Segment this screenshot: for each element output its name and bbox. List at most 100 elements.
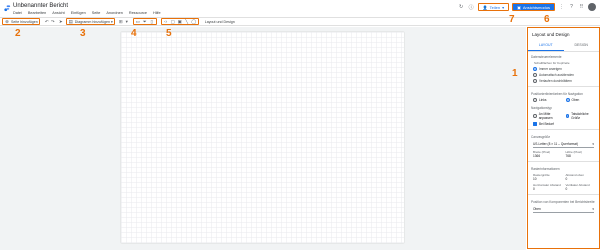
menu-insert[interactable]: Einfügen [71,11,86,15]
menu-page[interactable]: Seite [92,11,101,15]
add-chart-button[interactable]: ▤ Diagramm hinzufügen ▾ [65,18,115,25]
divider [528,129,599,130]
position-select[interactable]: Oben ▾ [533,206,594,213]
control-icon[interactable]: ▭ [135,19,141,25]
person-add-icon: 👤 [482,4,488,10]
chevron-down-icon[interactable]: ▾ [124,19,130,25]
horizontal-spacing-field[interactable]: Horizontaler Abstand 0 [533,183,562,191]
top-margin-field[interactable]: Abstand oben 0 [566,173,595,181]
text-icon[interactable]: ▣ [177,19,183,25]
checkbox-label: Bei Bedarf [539,122,554,126]
canvas-dimensions: Breite (Pixel) 1366 Höhe (Pixel) 768 [528,149,599,159]
menu-help[interactable]: Hilfe [153,11,161,15]
select-cursor-icon[interactable]: ➤ [58,19,64,25]
apps-icon[interactable]: ⠿ [578,4,585,11]
redo-icon[interactable]: ↷ [50,19,56,25]
view-mode-button[interactable]: ▣ Ansichtsmodus [512,3,555,11]
canvas-size-value: US-Letter (8 × 11 – Querformat) [533,142,579,146]
divider [528,194,599,195]
grid-size-value: 10 [533,177,537,181]
radio-scroll[interactable]: Verlaufen durchblättern [528,78,599,84]
grid-row-1: Rastergröße 10 Abstand oben 0 [528,172,599,182]
code-icon[interactable]: ‹› [163,19,169,24]
share-button[interactable]: 👤 Teilen ▾ [477,3,510,11]
layout-design-label[interactable]: Layout und Design [205,20,235,24]
looker-studio-logo-icon [4,5,11,12]
marker-6: 6 [544,14,550,25]
chevron-down-icon: ▾ [592,207,594,211]
radio-icon [533,73,537,77]
add-chart-label: Diagramm hinzufügen [74,19,110,24]
avatar[interactable] [588,3,596,11]
radio-icon [533,79,537,83]
marker-4: 4 [131,28,137,39]
vertical-spacing-label: Vertikaler Abstand [565,183,590,187]
marker-3: 3 [80,28,86,39]
vertical-spacing-field[interactable]: Vertikaler Abstand 0 [566,183,595,191]
tab-layout[interactable]: LAYOUT [528,40,564,51]
radio-icon [533,114,537,118]
more-vert-icon[interactable]: ⋮ [558,4,565,11]
marker-2: 2 [15,28,21,39]
report-title[interactable]: Unbenannter Bericht [13,3,68,9]
data-controls-heading: Datensteuerelemente [531,55,562,59]
grid-heading: Rasterinformationen [531,167,560,171]
width-value: 1366 [533,154,541,158]
radio-left[interactable]: Links [533,98,562,102]
chart-icon: ▤ [68,18,73,24]
line-icon[interactable]: ╲ [184,19,190,25]
marker-5: 5 [166,28,172,39]
menu-view[interactable]: Ansicht [52,11,64,15]
horizontal-spacing-value: 0 [533,187,535,191]
radio-label: Oben [571,98,580,102]
filter-icon[interactable]: ⏷ [142,19,148,24]
add-page-button[interactable]: ⊕ Seite hinzufügen [2,18,40,25]
divider [528,86,599,87]
radio-fit[interactable]: An Mitte anpassen [533,112,562,120]
horizontal-spacing-label: Horizontaler Abstand [533,183,561,187]
radio-label: Verlaufen durchblättern [539,79,572,83]
radio-icon [533,98,537,102]
menu-bar: Datei Bearbeiten Ansicht Einfügen Seite … [13,11,161,15]
radio-label: An Mitte anpassen [538,112,553,120]
date-range-icon[interactable]: ▯ [149,19,155,25]
navigation-heading: Positionierlinienfarben für Navigation [531,92,583,96]
panel-title: Layout und Design [532,32,570,37]
menu-file[interactable]: Datei [13,11,22,15]
radio-label: Tatsächliche Größe [571,112,589,120]
image-icon[interactable]: ▢ [170,19,176,25]
refresh-icon[interactable]: ↻ [458,4,465,11]
tab-design[interactable]: DESIGN [564,40,600,51]
menu-resource[interactable]: Ressource [129,11,147,15]
canvas-size-heading: Canvasgröße [531,135,551,139]
chevron-down-icon: ▾ [502,4,505,10]
canvas-size-select[interactable]: US-Letter (8 × 11 – Querformat) ▾ [533,141,594,148]
navigation-type-heading: Navigationstyp [531,106,552,110]
height-field[interactable]: Höhe (Pixel) 768 [566,150,595,158]
position-value: Oben [533,207,541,211]
radio-actual-size[interactable]: Tatsächliche Größe [565,112,595,120]
radio-icon [565,114,570,118]
menu-arrange[interactable]: Anordnen [106,11,122,15]
grid-size-field[interactable]: Rastergröße 10 [533,173,562,181]
checkbox-icon [533,122,537,126]
radio-icon [533,67,537,71]
radio-top[interactable]: Oben [565,98,595,102]
width-field[interactable]: Breite (Pixel) 1366 [533,150,562,158]
chevron-down-icon: ▾ [592,142,594,146]
radio-icon [565,98,570,102]
panel-tabs: LAYOUT DESIGN [528,40,599,52]
help-icon[interactable]: ? [568,4,575,11]
chevron-down-icon: ▾ [110,19,113,24]
checkbox-on-demand[interactable]: Bei Bedarf [528,121,599,127]
view-label: Ansichtsmodus [522,4,550,10]
report-canvas[interactable] [121,32,404,243]
vertical-spacing-value: 0 [565,187,568,191]
component-position-heading: Position von Komponenten bei Berichtsbre… [531,200,595,204]
info-icon[interactable]: ⓘ [468,4,475,11]
fit-options: An Mitte anpassen Tatsächliche Größe [528,111,599,121]
shape-icon[interactable]: ◯ [191,19,197,25]
menu-edit[interactable]: Bearbeiten [28,11,46,15]
top-margin-label: Abstand oben [565,173,585,177]
canvas-area [0,27,526,250]
